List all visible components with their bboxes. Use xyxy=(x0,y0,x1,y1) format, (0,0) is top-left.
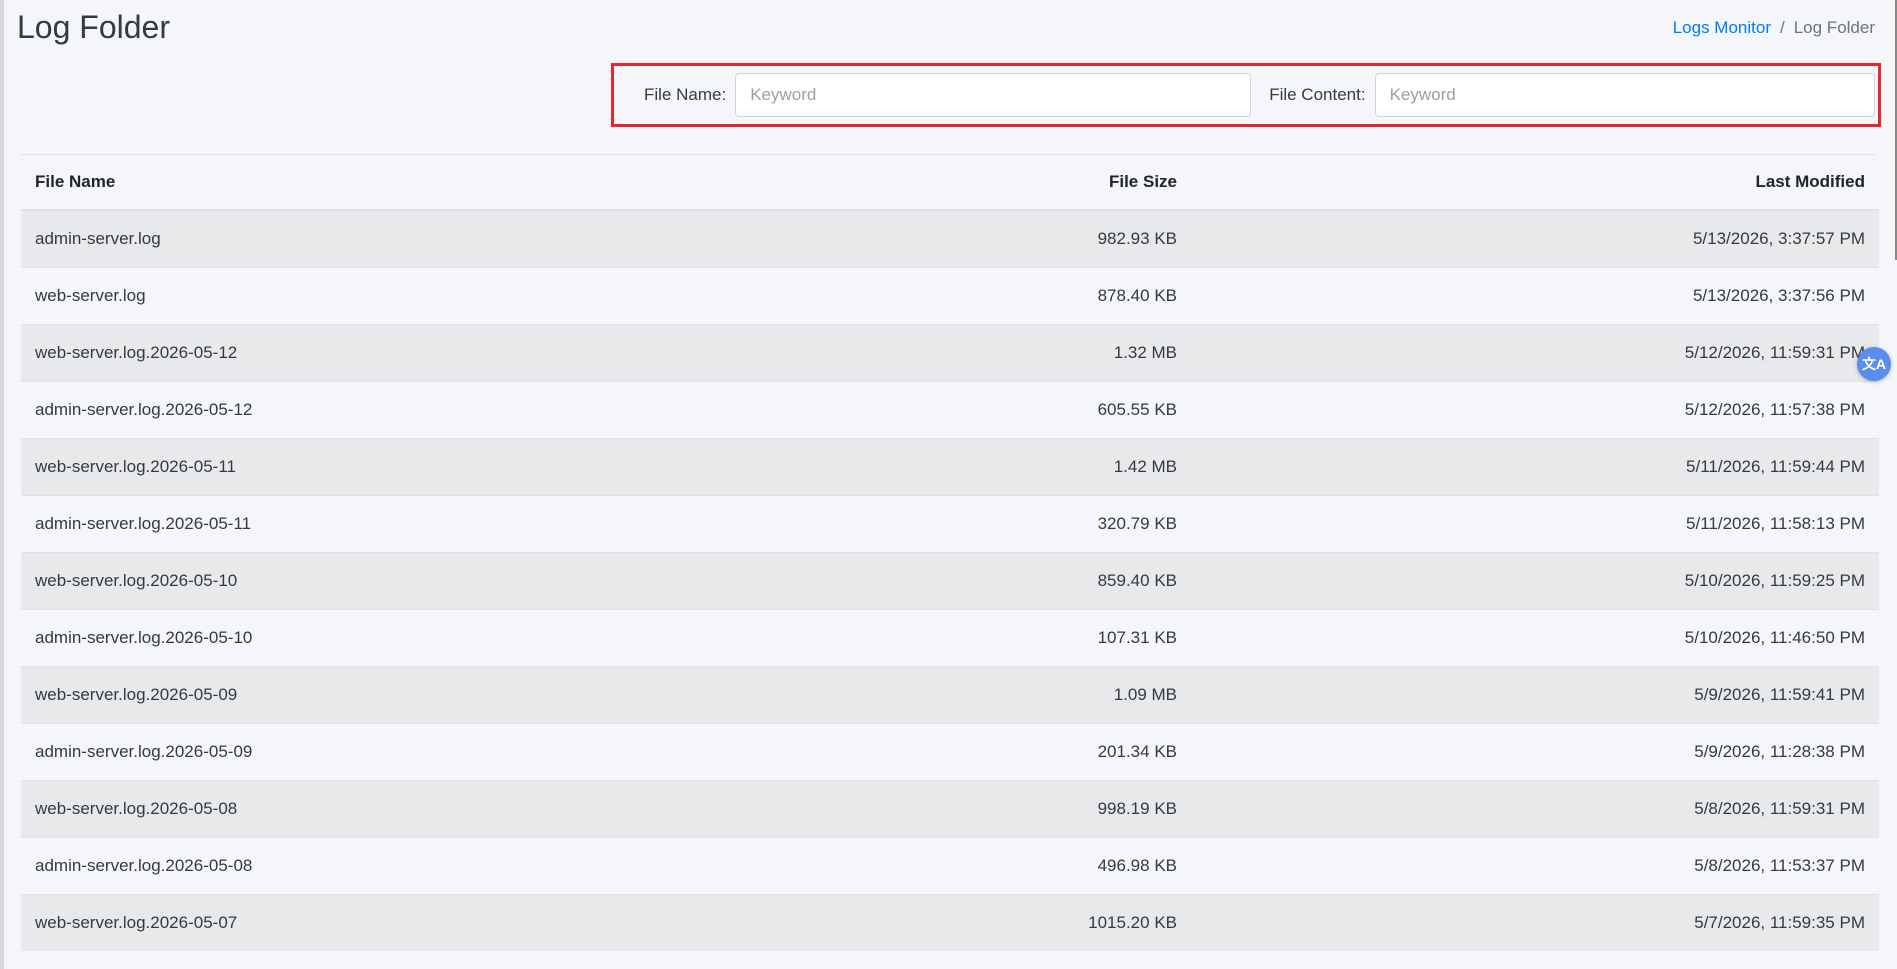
table-row[interactable]: web-server.log.2026-05-07 1015.20 KB 5/7/2… xyxy=(21,893,1879,951)
log-folder-page: Log Folder Logs Monitor / Log Folder File … xyxy=(0,0,1897,969)
last-modified-cell: 5/9/2026, 11:59:41 PM xyxy=(1191,665,1879,723)
table-row[interactable]: admin-server.log.2026-05-11 320.79 KB 5/11… xyxy=(21,494,1879,552)
file-size-cell: 107.31 KB xyxy=(581,608,1191,666)
file-content-search-input[interactable] xyxy=(1374,73,1875,117)
last-modified-cell: 5/11/2026, 11:59:44 PM xyxy=(1191,437,1879,495)
last-modified-cell: 5/11/2026, 11:58:13 PM xyxy=(1191,494,1879,552)
file-size-cell: 878.40 KB xyxy=(581,266,1191,324)
page-header: Log Folder Logs Monitor / Log Folder xyxy=(17,6,1875,50)
file-content-label: File Content: xyxy=(1269,85,1366,104)
file-size-cell: 496.98 KB xyxy=(581,836,1191,894)
last-modified-cell: 5/9/2026, 11:28:38 PM xyxy=(1191,722,1879,780)
table-row[interactable]: web-server.log.2026-05-09 1.09 MB 5/9/2026… xyxy=(21,665,1879,723)
column-header-file-name[interactable]: File Name xyxy=(21,155,581,211)
file-name-cell: admin-server.log.2026-05-12 xyxy=(21,380,581,438)
last-modified-cell: 5/10/2026, 11:46:50 PM xyxy=(1191,608,1879,666)
file-name-cell: admin-server.log.2026-05-11 xyxy=(21,494,581,552)
table-row[interactable]: web-server.log.2026-05-10 859.40 KB 5/10/2… xyxy=(21,551,1879,609)
file-name-cell: web-server.log.2026-05-09 xyxy=(21,665,581,723)
translate-icon[interactable]: 文A xyxy=(1857,347,1891,381)
filter-panel: File Name: File Content: xyxy=(611,63,1881,127)
file-size-cell: 1.09 MB xyxy=(581,665,1191,723)
page-title: Log Folder xyxy=(17,9,170,45)
file-size-cell: 859.40 KB xyxy=(581,551,1191,609)
table-row[interactable]: web-server.log.2026-05-08 998.19 KB 5/8/20… xyxy=(21,779,1879,837)
table-row[interactable]: admin-server.log 982.93 KB 5/13/2026, 3:37… xyxy=(21,209,1879,267)
table-body: admin-server.log 982.93 KB 5/13/2026, 3:37… xyxy=(21,209,1879,951)
file-name-cell: admin-server.log.2026-05-09 xyxy=(21,722,581,780)
breadcrumb: Logs Monitor / Log Folder xyxy=(1673,14,1875,42)
breadcrumb-current: Log Folder xyxy=(1793,18,1875,37)
file-name-cell: web-server.log.2026-05-12 xyxy=(21,323,581,381)
file-name-cell: admin-server.log xyxy=(21,209,581,267)
file-size-cell: 605.55 KB xyxy=(581,380,1191,438)
file-name-cell: admin-server.log.2026-05-08 xyxy=(21,836,581,894)
log-files-table: File Name File Size Last Modified admin-… xyxy=(21,155,1879,951)
last-modified-cell: 5/12/2026, 11:57:38 PM xyxy=(1191,380,1879,438)
file-name-cell: web-server.log.2026-05-08 xyxy=(21,779,581,837)
file-name-cell: admin-server.log.2026-05-10 xyxy=(21,608,581,666)
file-name-cell: web-server.log xyxy=(21,266,581,324)
file-size-cell: 1.32 MB xyxy=(581,323,1191,381)
file-name-cell: web-server.log.2026-05-11 xyxy=(21,437,581,495)
file-size-cell: 201.34 KB xyxy=(581,722,1191,780)
file-name-cell: web-server.log.2026-05-07 xyxy=(21,893,581,951)
table-header-row: File Name File Size Last Modified xyxy=(21,155,1879,211)
file-name-cell: web-server.log.2026-05-10 xyxy=(21,551,581,609)
table-row[interactable]: admin-server.log.2026-05-12 605.55 KB 5/12… xyxy=(21,380,1879,438)
last-modified-cell: 5/13/2026, 3:37:56 PM xyxy=(1191,266,1879,324)
table-row[interactable]: admin-server.log.2026-05-08 496.98 KB 5/8/… xyxy=(21,836,1879,894)
table-row[interactable]: web-server.log.2026-05-11 1.42 MB 5/11/202… xyxy=(21,437,1879,495)
table-row[interactable]: web-server.log.2026-05-12 1.32 MB 5/12/202… xyxy=(21,323,1879,381)
last-modified-cell: 5/10/2026, 11:59:25 PM xyxy=(1191,551,1879,609)
table-row[interactable]: admin-server.log.2026-05-09 201.34 KB 5/9/… xyxy=(21,722,1879,780)
last-modified-cell: 5/8/2026, 11:53:37 PM xyxy=(1191,836,1879,894)
file-size-cell: 998.19 KB xyxy=(581,779,1191,837)
file-name-label: File Name: xyxy=(644,85,727,104)
last-modified-cell: 5/8/2026, 11:59:31 PM xyxy=(1191,779,1879,837)
column-header-file-size[interactable]: File Size xyxy=(581,155,1191,211)
breadcrumb-logs-monitor[interactable]: Logs Monitor xyxy=(1673,18,1771,37)
last-modified-cell: 5/12/2026, 11:59:31 PM xyxy=(1191,323,1879,381)
file-size-cell: 1015.20 KB xyxy=(581,893,1191,951)
table-row[interactable]: web-server.log 878.40 KB 5/13/2026, 3:37:5… xyxy=(21,266,1879,324)
file-name-search-input[interactable] xyxy=(735,73,1252,117)
file-size-cell: 982.93 KB xyxy=(581,209,1191,267)
breadcrumb-separator: / xyxy=(1779,18,1785,37)
table-row[interactable]: admin-server.log.2026-05-10 107.31 KB 5/10… xyxy=(21,608,1879,666)
column-header-last-modified[interactable]: Last Modified xyxy=(1191,155,1879,211)
last-modified-cell: 5/7/2026, 11:59:35 PM xyxy=(1191,893,1879,951)
file-size-cell: 1.42 MB xyxy=(581,437,1191,495)
file-size-cell: 320.79 KB xyxy=(581,494,1191,552)
last-modified-cell: 5/13/2026, 3:37:57 PM xyxy=(1191,209,1879,267)
